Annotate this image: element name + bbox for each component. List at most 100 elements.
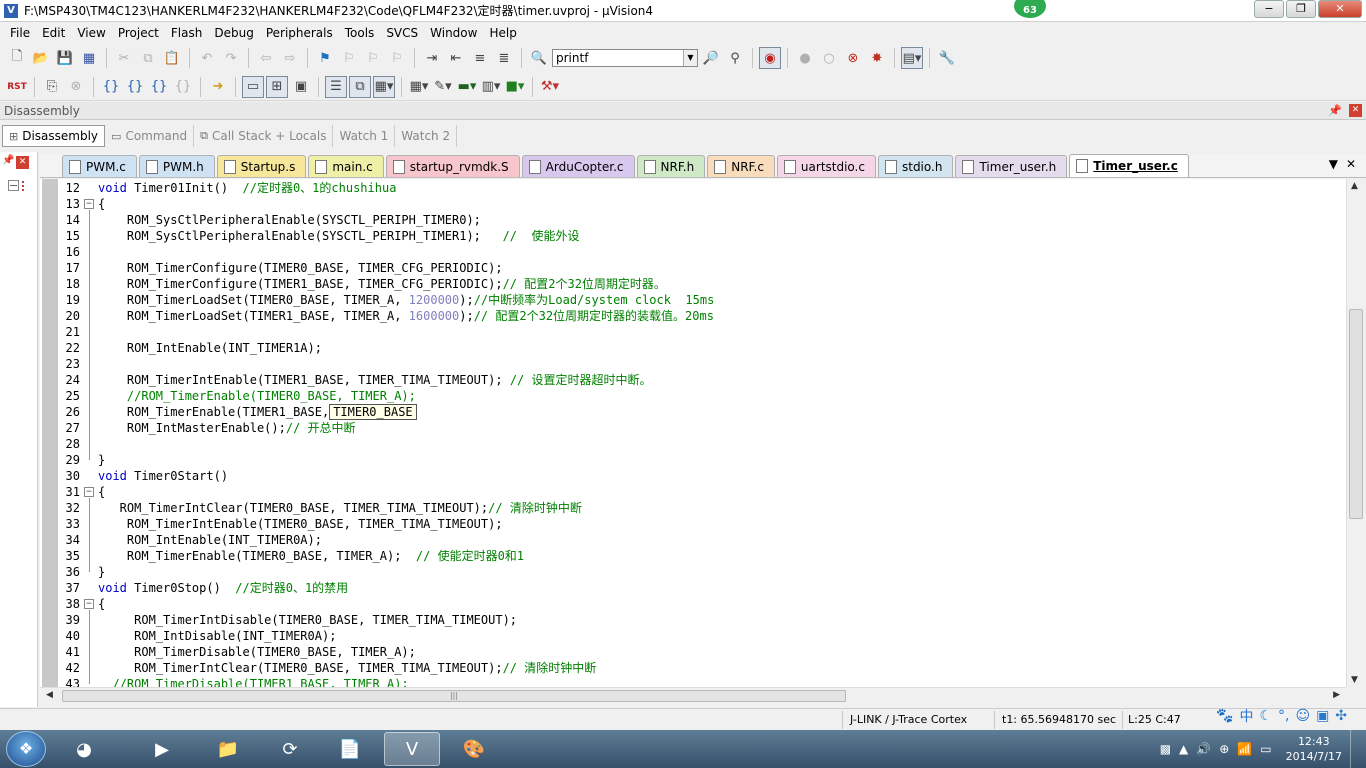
fold-toggle-icon[interactable]: −	[84, 599, 94, 609]
system-viewer-icon[interactable]: ■▾	[504, 76, 526, 98]
file-tab-nrf-c[interactable]: NRF.c	[707, 155, 775, 177]
paw-icon[interactable]: 🐾	[1216, 708, 1233, 724]
code-line[interactable]: 13−{	[40, 196, 1346, 212]
menu-peripherals[interactable]: Peripherals	[260, 23, 339, 43]
unindent-icon[interactable]: ⇤	[445, 47, 467, 69]
volume-icon[interactable]: 🔊	[1196, 742, 1211, 756]
code-line[interactable]: 18 ROM_TimerConfigure(TIMER1_BASE, TIMER…	[40, 276, 1346, 292]
scroll-left-icon[interactable]: ◀	[46, 690, 53, 700]
breakpoint-icon[interactable]: ●	[794, 47, 816, 69]
file-tab-arducopter-c[interactable]: ArduCopter.c	[521, 155, 635, 177]
step-out-icon[interactable]: {}	[148, 76, 170, 98]
file-tab-startup-s[interactable]: Startup.s	[216, 155, 307, 177]
battery-icon[interactable]: ▭	[1260, 742, 1271, 756]
autocomplete-tooltip[interactable]: TIMER0_BASE	[329, 404, 417, 420]
code-editor[interactable]: 12 void Timer01Init() //定时器0、1的chushihua 1…	[40, 179, 1346, 687]
disassembly-window-icon[interactable]: ⊞	[266, 75, 288, 98]
file-tab-pwm-c[interactable]: PWM.c	[62, 155, 137, 177]
tab-command[interactable]: ▭ Command	[105, 125, 195, 147]
fold-toggle-icon[interactable]: −	[84, 199, 94, 209]
code-line[interactable]: 34 ROM_IntEnable(INT_TIMER0A);	[40, 532, 1346, 548]
memory-window-icon[interactable]: ▦▾	[408, 76, 430, 98]
code-line[interactable]: 22 ROM_IntEnable(INT_TIMER1A);	[40, 340, 1346, 356]
sync-icon[interactable]: ⟳	[262, 732, 318, 766]
minimize-button[interactable]: −	[1254, 0, 1284, 18]
code-line[interactable]: 38−{	[40, 596, 1346, 612]
code-line[interactable]: 16	[40, 244, 1346, 260]
next-bookmark-icon[interactable]: ⚐	[362, 47, 384, 69]
code-line[interactable]: 23	[40, 356, 1346, 372]
skin-icon[interactable]: ▣	[1316, 708, 1329, 724]
window-layout-icon[interactable]: ▤▾	[901, 47, 923, 69]
code-line[interactable]: 42 ROM_TimerIntClear(TIMER0_BASE, TIMER_…	[40, 660, 1346, 676]
media-player-icon[interactable]: ▶	[134, 732, 190, 766]
code-line[interactable]: 37 void Timer0Stop() //定时器0、1的禁用	[40, 580, 1346, 596]
horizontal-scroll-thumb[interactable]: |||	[62, 690, 846, 702]
comment-icon[interactable]: ≡	[469, 47, 491, 69]
close-icon[interactable]: ✕	[1349, 104, 1362, 117]
notification-badge[interactable]: 63	[1012, 0, 1048, 20]
watch-window-icon[interactable]: ▦▾	[373, 75, 395, 98]
disable-all-breakpoints-icon[interactable]: ⊗	[842, 47, 864, 69]
find-in-files-icon[interactable]: 🔍	[528, 47, 550, 69]
fold-toggle-icon[interactable]: −	[84, 487, 94, 497]
menu-help[interactable]: Help	[483, 23, 522, 43]
code-line[interactable]: 20 ROM_TimerLoadSet(TIMER1_BASE, TIMER_A…	[40, 308, 1346, 324]
code-line[interactable]: 19 ROM_TimerLoadSet(TIMER0_BASE, TIMER_A…	[40, 292, 1346, 308]
code-line[interactable]: 41 ROM_TimerDisable(TIMER0_BASE, TIMER_A…	[40, 644, 1346, 660]
close-button[interactable]: ✕	[1318, 0, 1362, 18]
cut-icon[interactable]: ✂	[113, 47, 135, 69]
chrome-like-icon[interactable]: ◕	[56, 732, 112, 766]
code-line[interactable]: 27 ROM_IntMasterEnable();// 开总中断	[40, 420, 1346, 436]
save-icon[interactable]: 💾	[54, 47, 76, 69]
show-next-statement-icon[interactable]: ➜	[207, 76, 229, 98]
pin-icon[interactable]: 📌	[1328, 102, 1342, 120]
tools-icon[interactable]: ✣	[1335, 708, 1347, 724]
code-line[interactable]: 39 ROM_TimerIntDisable(TIMER0_BASE, TIME…	[40, 612, 1346, 628]
network-icon[interactable]: 📶	[1237, 742, 1252, 756]
file-tab-startup-rvmdk-s[interactable]: startup_rvmdk.S	[385, 155, 520, 177]
step-into-icon[interactable]: {}	[100, 76, 122, 98]
menu-project[interactable]: Project	[112, 23, 165, 43]
step-over-icon[interactable]: {}	[124, 76, 146, 98]
paste-icon[interactable]: 📋	[161, 47, 183, 69]
code-line[interactable]: 12 void Timer01Init() //定时器0、1的chushihua	[40, 180, 1346, 196]
code-line[interactable]: 40 ROM_IntDisable(INT_TIMER0A);	[40, 628, 1346, 644]
punctuation-icon[interactable]: °,	[1278, 708, 1289, 724]
keil-uvision-icon[interactable]: V	[384, 732, 440, 766]
code-line[interactable]: 17 ROM_TimerConfigure(TIMER0_BASE, TIMER…	[40, 260, 1346, 276]
vertical-scroll-thumb[interactable]	[1349, 309, 1363, 519]
code-line[interactable]: 14 ROM_SysCtlPeripheralEnable(SYSCTL_PER…	[40, 212, 1346, 228]
scroll-up-icon[interactable]: ▲	[1351, 181, 1358, 191]
smiley-icon[interactable]: ☺	[1295, 708, 1310, 724]
symbols-window-icon[interactable]: ▣	[290, 76, 312, 98]
menu-edit[interactable]: Edit	[36, 23, 71, 43]
clock[interactable]: 12:43 2014/7/17	[1286, 734, 1342, 764]
code-line[interactable]: 33 ROM_TimerIntEnable(TIMER0_BASE, TIMER…	[40, 516, 1346, 532]
bookmark-icon[interactable]: ⚑	[314, 47, 336, 69]
code-line[interactable]: 25 //ROM_TimerEnable(TIMER0_BASE, TIMER_…	[40, 388, 1346, 404]
call-stack-window-icon[interactable]: ⧉	[349, 75, 371, 98]
tab-watch-2[interactable]: Watch 2	[395, 125, 458, 147]
collapse-icon[interactable]: −	[8, 180, 19, 191]
trace-window-icon[interactable]: ▥▾	[480, 76, 502, 98]
horizontal-scrollbar[interactable]: ◀ ||| ▶	[40, 687, 1346, 704]
code-line[interactable]: 28	[40, 436, 1346, 452]
file-tab-stdio-h[interactable]: stdio.h	[877, 155, 954, 177]
scroll-right-icon[interactable]: ▶	[1333, 690, 1340, 700]
prev-bookmark-icon[interactable]: ⚐	[338, 47, 360, 69]
moon-icon[interactable]: ☾	[1259, 708, 1272, 724]
disable-breakpoint-icon[interactable]: ○	[818, 47, 840, 69]
file-tab-timer-user-c[interactable]: Timer_user.c	[1069, 154, 1189, 177]
code-line[interactable]: 26 ROM_TimerEnable(TIMER1_BASE, TIMER0_BA…	[40, 404, 1346, 420]
copy-icon[interactable]: ⧉	[137, 47, 159, 69]
tab-watch-1[interactable]: Watch 1	[333, 125, 396, 147]
pdf-icon[interactable]: 📄	[322, 732, 378, 766]
tray-plus-icon[interactable]: ⊕	[1219, 742, 1229, 756]
scroll-down-icon[interactable]: ▼	[1351, 675, 1358, 685]
file-tab-timer-user-h[interactable]: Timer_user.h	[955, 155, 1068, 177]
incremental-find-icon[interactable]: ⚲	[724, 47, 746, 69]
nav-forward-icon[interactable]: ⇨	[279, 47, 301, 69]
maximize-button[interactable]: ❐	[1286, 0, 1316, 18]
code-line[interactable]: 43 //ROM_TimerDisable(TIMER1_BASE, TIMER…	[40, 676, 1346, 687]
